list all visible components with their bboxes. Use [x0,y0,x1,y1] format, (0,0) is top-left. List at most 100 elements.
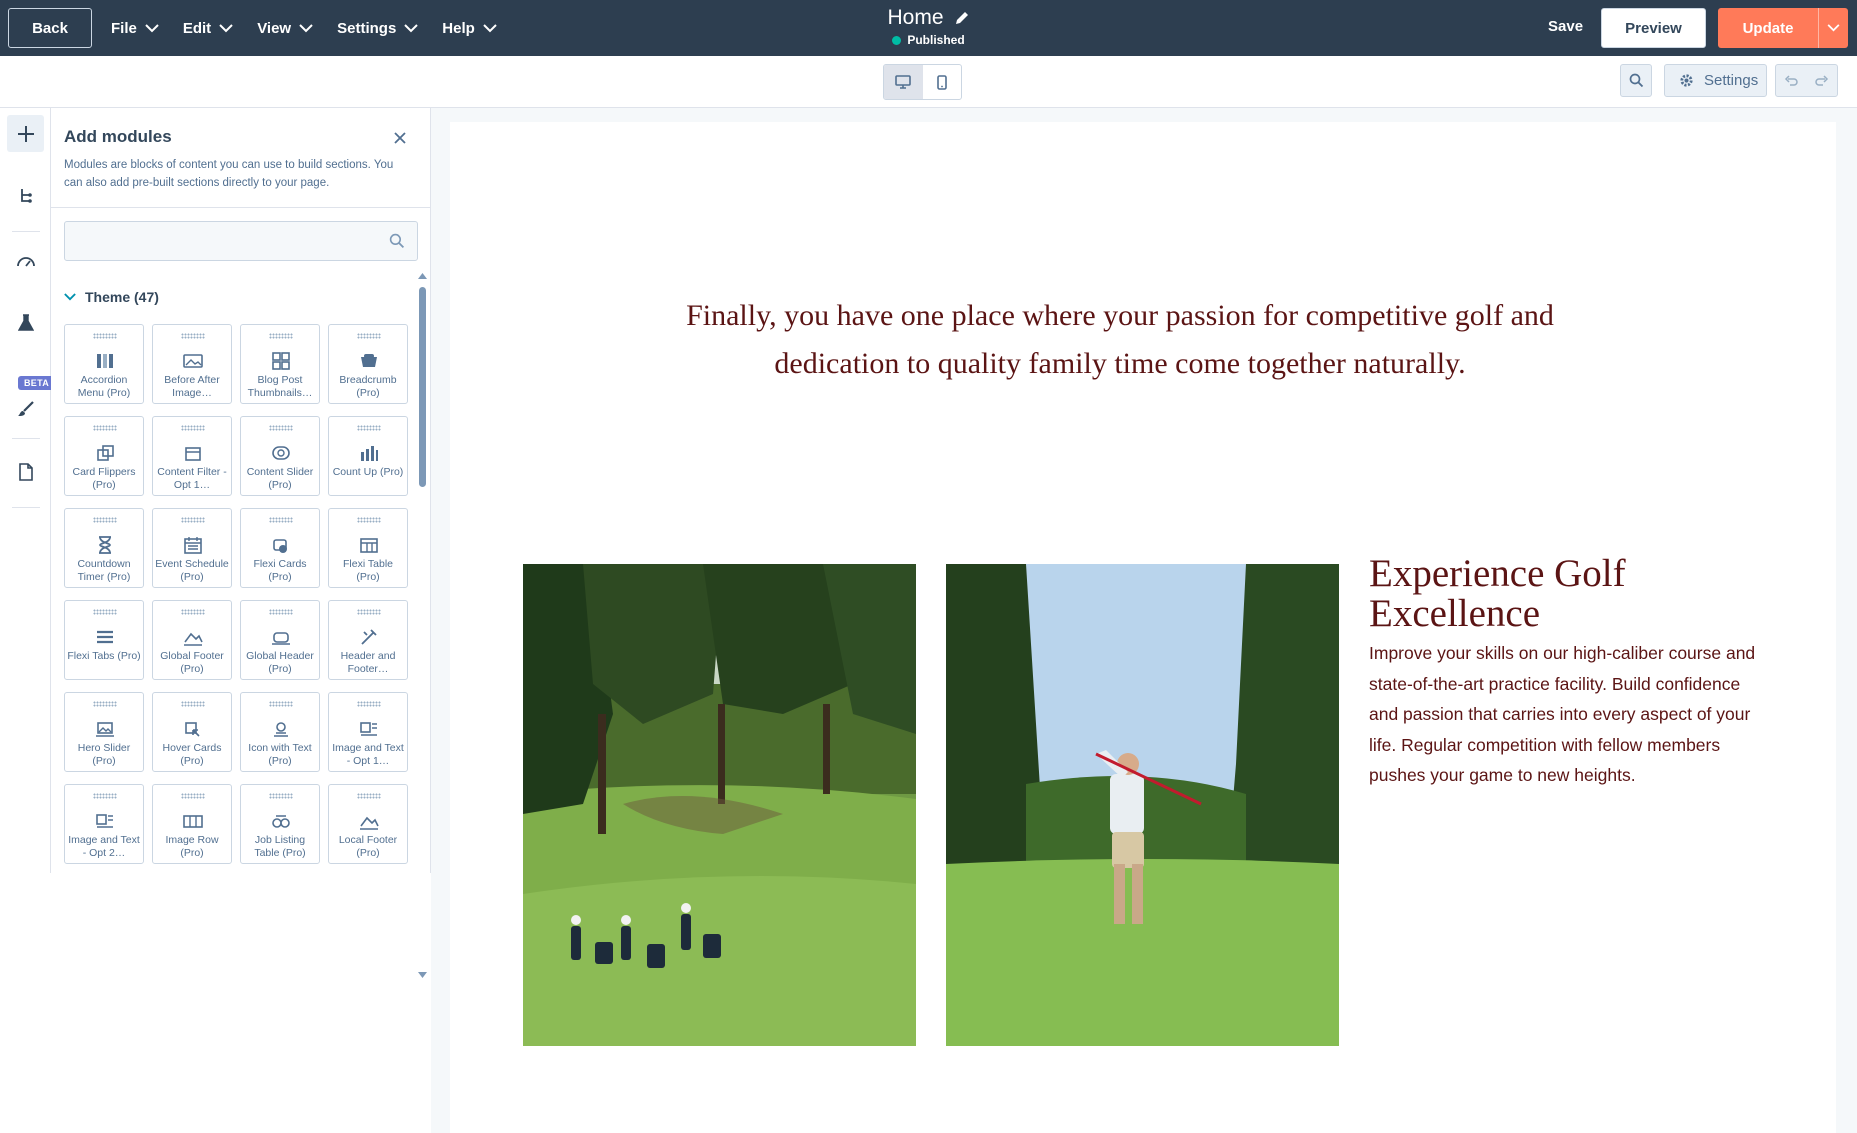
module-card[interactable]: Accordion Menu (Pro) [64,324,144,404]
section-heading[interactable]: Experience Golf Excellence [1369,554,1789,634]
module-card-label: Hero Slider (Pro) [77,742,131,767]
drag-handle-icon[interactable] [269,517,293,523]
drag-handle-icon[interactable] [181,701,205,707]
drag-handle-icon[interactable] [357,793,381,799]
scroll-down-icon[interactable] [418,972,427,978]
module-card[interactable]: Count Up (Pro) [328,416,408,496]
module-card[interactable]: Blog Post Thumbnails… [240,324,320,404]
page-settings-button[interactable] [7,453,44,490]
drag-handle-icon[interactable] [181,333,205,339]
status-text: Published [907,33,965,47]
image-compare-icon [183,354,203,368]
section-body-text[interactable]: Improve your skills on our high-caliber … [1369,638,1769,791]
drag-handle-icon[interactable] [181,425,205,431]
drag-handle-icon[interactable] [357,517,381,523]
module-card-label: Content Filter - Opt 1… [157,466,227,491]
drag-handle-icon[interactable] [269,609,293,615]
update-button[interactable]: Update [1718,8,1848,48]
chevron-down-icon [483,23,497,32]
module-card[interactable]: Flexi Cards (Pro) [240,508,320,588]
chevron-down-icon [1827,24,1840,32]
drag-handle-icon[interactable] [357,425,381,431]
golfer-swing-image[interactable] [946,564,1339,1046]
module-card-label: Content Slider (Pro) [246,466,314,491]
drag-handle-icon[interactable] [357,333,381,339]
module-card[interactable]: Global Footer (Pro) [152,600,232,680]
drag-handle-icon[interactable] [357,609,381,615]
sidebar-rail: BETA [0,108,56,873]
drag-handle-icon[interactable] [93,517,117,523]
drag-handle-icon[interactable] [181,609,205,615]
drag-handle-icon[interactable] [93,793,117,799]
card-flip-icon [97,445,114,461]
optimize-button[interactable] [7,242,44,279]
drag-handle-icon[interactable] [93,425,117,431]
search-button[interactable] [1620,64,1652,97]
scroll-thumb[interactable] [419,287,426,487]
drag-handle-icon[interactable] [181,793,205,799]
module-card[interactable]: Image and Text - Opt 2… [64,784,144,864]
module-card[interactable]: Breadcrumb (Pro) [328,324,408,404]
module-card[interactable]: Event Schedule (Pro) [152,508,232,588]
drag-handle-icon[interactable] [93,701,117,707]
panel-scrollbar[interactable] [416,273,428,978]
module-card[interactable]: Content Filter - Opt 1… [152,416,232,496]
beta-badge: BETA [18,376,56,390]
drag-handle-icon[interactable] [93,333,117,339]
page-preview: Finally, you have one place where your p… [450,122,1836,1133]
undo-button[interactable] [1776,65,1807,96]
test-button[interactable] [7,304,44,341]
page-title[interactable]: Home [887,6,943,30]
drag-handle-icon[interactable] [269,701,293,707]
drag-handle-icon[interactable] [269,425,293,431]
search-icon [389,233,405,249]
drag-handle-icon[interactable] [269,333,293,339]
page-tagline[interactable]: Finally, you have one place where your p… [680,292,1560,388]
theme-section-toggle[interactable]: Theme (47) [64,289,159,305]
pencil-icon[interactable] [954,10,970,26]
module-card[interactable]: Image and Text - Opt 1… [328,692,408,772]
add-modules-button[interactable] [7,115,44,152]
panel-title: Add modules [64,127,172,146]
module-grid: Accordion Menu (Pro) Before After Image… B… [64,324,410,864]
module-card[interactable]: Flexi Table (Pro) [328,508,408,588]
title-row: Home [887,6,969,30]
drag-handle-icon[interactable] [181,517,205,523]
module-search-input[interactable] [75,228,375,254]
desktop-view-button[interactable] [884,65,923,99]
update-dropdown[interactable] [1819,24,1848,32]
scroll-up-icon[interactable] [418,273,427,279]
module-card[interactable]: Image Row (Pro) [152,784,232,864]
header-icon [272,632,290,645]
drag-handle-icon[interactable] [269,793,293,799]
module-card[interactable]: Flexi Tabs (Pro) [64,600,144,680]
module-card-label: Global Footer (Pro) [160,650,224,675]
module-card[interactable]: Card Flippers (Pro) [64,416,144,496]
module-card[interactable]: Icon with Text (Pro) [240,692,320,772]
redo-button[interactable] [1807,65,1838,96]
preview-button[interactable]: Preview [1601,8,1706,48]
module-card[interactable]: Local Footer (Pro) [328,784,408,864]
close-icon[interactable] [392,130,408,146]
module-card-label: Countdown Timer (Pro) [77,558,131,583]
panel-description: Modules are blocks of content you can us… [64,159,394,189]
module-card[interactable]: Hero Slider (Pro) [64,692,144,772]
module-card[interactable]: Before After Image… [152,324,232,404]
module-card[interactable]: Hover Cards (Pro) [152,692,232,772]
golf-course-image[interactable] [523,564,916,1046]
module-card[interactable]: Header and Footer… [328,600,408,680]
design-button[interactable] [7,390,44,427]
module-card[interactable]: Job Listing Table (Pro) [240,784,320,864]
save-button[interactable]: Save [1548,18,1583,35]
layers-button[interactable] [7,177,44,214]
module-card[interactable]: Global Header (Pro) [240,600,320,680]
drag-handle-icon[interactable] [357,701,381,707]
drag-handle-icon[interactable] [93,609,117,615]
module-card[interactable]: Countdown Timer (Pro) [64,508,144,588]
redo-icon [1815,74,1828,86]
mobile-view-button[interactable] [923,65,962,99]
settings-button[interactable]: Settings [1664,64,1767,97]
module-card-label: Event Schedule (Pro) [155,558,229,583]
module-card[interactable]: Content Slider (Pro) [240,416,320,496]
hover-cards-icon [185,722,200,737]
